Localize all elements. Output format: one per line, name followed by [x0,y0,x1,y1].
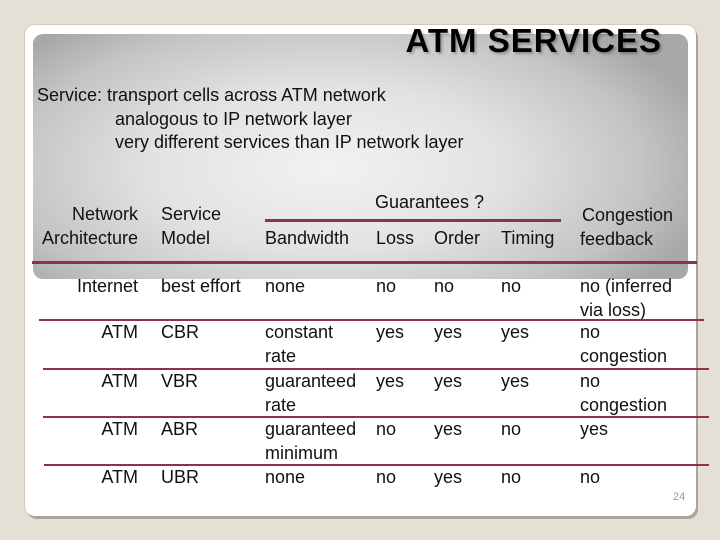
intro-line-3: very different services than IP network … [115,132,464,152]
cell-timing: yes [501,322,530,342]
cell-bandwidth: none [265,466,305,490]
header-model-line-2: Model [161,227,211,248]
row-rule [43,416,709,418]
cell-model: UBR [161,467,200,487]
intro-text: Service: transport cells across ATM netw… [37,84,464,155]
cell-timing: no [501,276,522,296]
cell-line: none [265,467,306,487]
cell-order: yes [434,371,463,391]
cell-line: guaranteed [265,371,357,391]
cell-line: congestion [580,345,668,366]
cell-arch: ATM [101,371,138,391]
header-network-architecture: Network Architecture [42,203,138,250]
header-arch-line-2: Architecture [41,227,138,248]
header-arch-line-1: Network [71,204,138,224]
cell-arch: ATM [101,419,138,439]
cell-bandwidth: constant rate [265,321,333,368]
header-order: Order [434,228,481,248]
header-congestion-line-1: Congestion [582,205,674,225]
guarantees-rule [265,219,561,222]
header-loss: Loss [376,228,415,248]
cell-line: no [580,322,601,342]
cell-line: yes [580,419,609,439]
cell-model: CBR [161,322,200,342]
cell-loss: yes [376,371,405,391]
cell-line: no [580,467,601,487]
cell-bandwidth: none [265,275,305,299]
cell-line: minimum [265,442,339,463]
cell-line: no [580,371,601,391]
row-rule [43,368,709,370]
row-rule [39,319,704,321]
cell-model: VBR [161,371,199,391]
cell-timing: no [501,467,522,487]
cell-order: yes [434,419,463,439]
cell-line: rate [265,345,297,366]
intro-line-1: Service: transport cells across ATM netw… [37,85,386,105]
slide-title: ATM SERVICES [405,22,662,59]
cell-model: best effort [161,276,241,296]
cell-loss: no [376,467,397,487]
cell-congestion: no [580,466,600,490]
cell-line: rate [265,394,297,415]
cell-timing: no [501,419,522,439]
cell-order: yes [434,322,463,342]
cell-congestion: no congestion [580,370,667,417]
page-number: 24 [673,491,686,503]
cell-model: ABR [161,419,199,439]
cell-line: congestion [580,394,668,415]
header-service-model: Service Model [161,203,221,250]
header-bandwidth: Bandwidth [265,228,350,248]
cell-line: constant [265,322,334,342]
header-congestion-feedback: Congestion feedback [580,204,673,251]
cell-arch: ATM [101,322,138,342]
cell-loss: no [376,276,397,296]
cell-congestion: yes [580,418,608,442]
cell-timing: yes [501,371,530,391]
cell-arch: Internet [76,276,138,296]
header-rule [32,261,697,264]
header-model-line-1: Service [161,204,222,224]
cell-line: no (inferred [580,276,673,296]
header-guarantees: Guarantees ? [375,192,485,212]
cell-line: none [265,276,306,296]
intro-line-2: analogous to IP network layer [115,108,352,129]
cell-bandwidth: guaranteed rate [265,370,356,417]
cell-arch: ATM [101,467,138,487]
cell-congestion: no (inferred via loss) [580,275,672,322]
cell-bandwidth: guaranteed minimum [265,418,356,465]
header-congestion-line-2: feedback [580,228,654,249]
header-timing: Timing [501,228,555,248]
cell-order: no [434,276,455,296]
cell-loss: no [376,419,397,439]
cell-congestion: no congestion [580,321,667,368]
cell-line: guaranteed [265,419,357,439]
cell-loss: yes [376,322,405,342]
cell-order: yes [434,467,463,487]
row-rule [44,464,709,466]
